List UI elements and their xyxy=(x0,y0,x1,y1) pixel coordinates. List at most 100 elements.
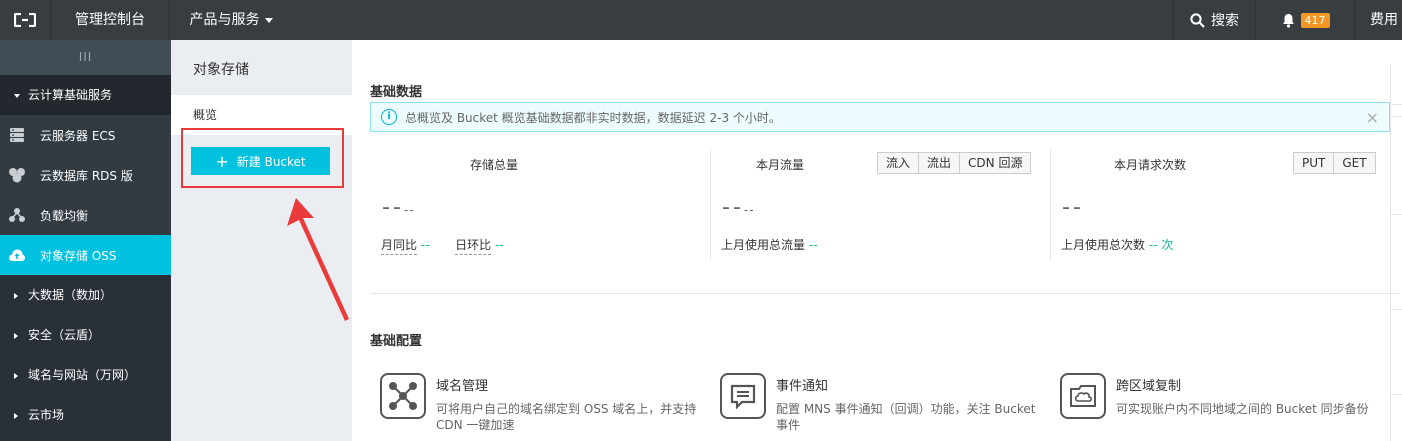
sidebar-item-label: 大数据（数加） xyxy=(28,288,113,302)
basic-config-title: 基础配置 xyxy=(370,334,423,349)
config-description: 可将用户自己的域名绑定到 OSS 域名上，并支持 CDN 一键加速 xyxy=(436,402,697,432)
config-name: 事件通知 xyxy=(776,379,829,394)
notice-text: 总概览及 Bucket 概览基础数据都非实时数据，数据延迟 2-3 个小时。 xyxy=(405,110,781,125)
config-cross-region-replication[interactable]: 跨区域复制 可实现账户内不同地域之间的 Bucket 同步备份 xyxy=(1050,373,1380,433)
cloud-upload-icon xyxy=(8,246,26,264)
traffic-type-toggle: 流入 流出 CDN 回源 xyxy=(877,152,1032,174)
sidebar-item-ecs[interactable]: 云服务器 ECS xyxy=(0,115,171,155)
tab-outflow[interactable]: 流出 xyxy=(919,153,961,173)
panel-divider xyxy=(1391,214,1402,215)
annotation-highlight-box xyxy=(181,128,344,188)
console-link[interactable]: 管理控制台 xyxy=(50,0,170,40)
domain-icon xyxy=(380,373,426,419)
search-label: 搜索 xyxy=(1211,13,1239,29)
fee-menu[interactable]: 费用 xyxy=(1356,0,1402,40)
sidebar-item-label: 安全（云盾） xyxy=(28,328,101,342)
main-content: 基础数据 i 总概览及 Bucket 概览基础数据都非实时数据，数据延迟 2-3… xyxy=(352,40,1402,441)
config-name: 跨区域复制 xyxy=(1116,379,1182,394)
caret-right-icon xyxy=(14,372,18,379)
tab-put[interactable]: PUT xyxy=(1294,153,1335,173)
tab-get[interactable]: GET xyxy=(1334,153,1374,173)
caret-down-icon xyxy=(14,93,20,98)
mom-label[interactable]: 日环比 xyxy=(455,238,492,255)
requests-label: 本月请求次数 xyxy=(1114,158,1187,172)
server-icon xyxy=(8,126,26,144)
panel-divider xyxy=(1391,394,1402,395)
sidebar-item-slb[interactable]: 负载均衡 xyxy=(0,195,171,235)
sidebar-item-security[interactable]: 安全（云盾） xyxy=(0,315,171,355)
config-description: 配置 MNS 事件通知（回调）功能，关注 Bucket 事件 xyxy=(776,402,1036,432)
caret-right-icon xyxy=(14,332,18,339)
chevron-down-icon xyxy=(264,17,273,23)
sidebar-item-label: 云市场 xyxy=(28,408,65,422)
sidebar-item-label: 云数据库 RDS 版 xyxy=(40,168,133,183)
request-type-toggle: PUT GET xyxy=(1293,152,1376,174)
requests-unit: 次 xyxy=(1161,238,1174,252)
storage-unit: -- xyxy=(403,203,415,217)
bell-icon xyxy=(1282,13,1295,28)
sidebar-item-market[interactable]: 云市场 xyxy=(0,395,171,435)
yoy-label[interactable]: 月同比 xyxy=(381,238,418,255)
storage-label: 存储总量 xyxy=(470,158,519,172)
database-icon xyxy=(8,166,26,184)
traffic-value: ---- xyxy=(722,195,755,220)
caret-right-icon xyxy=(14,412,18,419)
config-description: 可实现账户内不同地域之间的 Bucket 同步备份 xyxy=(1116,402,1369,416)
secondary-nav-title: 对象存储 xyxy=(193,62,249,78)
info-icon: i xyxy=(381,109,397,125)
requests-last-month: 上月使用总次数 -- 次 xyxy=(1061,236,1173,253)
info-notice: i 总概览及 Bucket 概览基础数据都非实时数据，数据延迟 2-3 个小时。… xyxy=(370,102,1390,132)
sidebar-item-rds[interactable]: 云数据库 RDS 版 xyxy=(0,155,171,195)
notifications-button[interactable]: 417 xyxy=(1257,0,1355,40)
load-balancer-icon xyxy=(8,206,26,224)
traffic-last-month: 上月使用总流量 -- xyxy=(721,236,818,253)
sidebar-item-label: 对象存储 OSS xyxy=(40,248,117,263)
notification-count-badge: 417 xyxy=(1300,12,1330,28)
section-divider xyxy=(370,293,1400,294)
config-domain[interactable]: 域名管理 可将用户自己的域名绑定到 OSS 域名上，并支持 CDN 一键加速 xyxy=(370,373,700,433)
cross-region-replication-icon xyxy=(1060,373,1106,419)
top-bar: 管理控制台 产品与服务 搜索 417 费用 xyxy=(0,0,1402,40)
sidebar-item-oss[interactable]: 对象存储 OSS xyxy=(0,235,171,275)
products-menu-label: 产品与服务 xyxy=(189,12,260,28)
sidebar-collapse-toggle[interactable]: III xyxy=(0,40,171,75)
search-icon xyxy=(1190,12,1205,28)
tab-inflow[interactable]: 流入 xyxy=(878,153,920,173)
sidebar-item-domain[interactable]: 域名与网站（万网） xyxy=(0,355,171,395)
traffic-label: 本月流量 xyxy=(756,158,805,172)
traffic-stat: 本月流量 流入 流出 CDN 回源 ---- 上月使用总流量 -- xyxy=(711,150,1051,260)
requests-stat: 本月请求次数 PUT GET -- 上月使用总次数 -- 次 xyxy=(1051,150,1390,260)
search-button[interactable]: 搜索 xyxy=(1173,0,1256,40)
sidebar-item-label: 云服务器 ECS xyxy=(40,128,116,143)
traffic-last-month-label: 上月使用总流量 xyxy=(721,238,806,252)
aliyun-logo-icon[interactable] xyxy=(0,0,50,40)
annotation-arrow xyxy=(287,198,349,321)
tab-cdn-origin[interactable]: CDN 回源 xyxy=(960,153,1030,173)
event-notification-icon xyxy=(720,373,766,419)
sidebar-item-label: 负载均衡 xyxy=(40,208,89,223)
traffic-last-month-value: -- xyxy=(808,238,818,252)
right-side-panel xyxy=(1390,64,1402,441)
caret-right-icon xyxy=(14,292,18,299)
sidebar-group-cloud-computing[interactable]: 云计算基础服务 xyxy=(0,75,171,115)
sidebar-item-label: 域名与网站（万网） xyxy=(28,368,137,382)
panel-divider xyxy=(1391,309,1402,310)
mom-value: -- xyxy=(495,238,504,252)
products-menu[interactable]: 产品与服务 xyxy=(171,0,291,40)
storage-stat: 存储总量 ---- 月同比 -- 日环比 -- xyxy=(370,150,710,260)
close-icon[interactable]: × xyxy=(1366,108,1379,127)
yoy-value: -- xyxy=(420,238,430,252)
sidebar-group-label: 云计算基础服务 xyxy=(28,88,113,102)
storage-value: ---- xyxy=(382,195,415,220)
requests-last-month-label: 上月使用总次数 xyxy=(1061,238,1146,252)
storage-comparison: 月同比 -- 日环比 -- xyxy=(381,236,504,255)
basic-data-title: 基础数据 xyxy=(370,85,423,100)
config-event-notification[interactable]: 事件通知 配置 MNS 事件通知（回调）功能，关注 Bucket 事件 xyxy=(710,373,1040,433)
requests-last-month-value: -- xyxy=(1148,238,1158,252)
stats-panel: 存储总量 ---- 月同比 -- 日环比 -- 本月流量 流入 流出 CDN 回… xyxy=(370,150,1390,260)
traffic-unit: -- xyxy=(743,203,755,217)
panel-divider xyxy=(1391,116,1402,117)
requests-value: -- xyxy=(1062,195,1084,220)
sidebar-item-bigdata[interactable]: 大数据（数加） xyxy=(0,275,171,315)
panel-divider xyxy=(1391,104,1402,105)
